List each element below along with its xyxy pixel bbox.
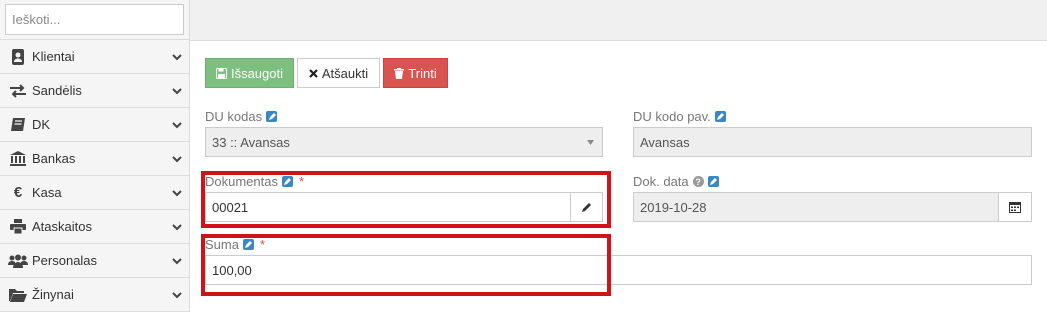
delete-button[interactable]: Trinti — [383, 58, 448, 88]
search-input[interactable] — [5, 4, 184, 35]
sidebar-search-wrap — [0, 0, 189, 40]
chevron-down-icon — [172, 224, 182, 231]
chevron-down-icon — [172, 88, 182, 95]
highlight-box-suma — [201, 234, 611, 296]
exchange-arrows-icon — [8, 83, 28, 99]
sidebar-item-ataskaitos[interactable]: Ataskaitos — [0, 210, 189, 244]
sidebar-item-bankas[interactable]: Bankas — [0, 142, 189, 176]
chevron-down-icon — [172, 190, 182, 197]
delete-button-label: Trinti — [408, 65, 437, 81]
dok-data-value: 2019-10-28 — [640, 199, 707, 215]
edit-icon[interactable] — [714, 111, 726, 122]
sidebar-item-label: Personalas — [32, 253, 98, 268]
du-kodas-label-text: DU kodas — [205, 109, 263, 124]
chevron-down-icon — [172, 122, 182, 129]
floppy-disk-icon — [215, 67, 227, 79]
du-kodo-pav-label-text: DU kodo pav. — [633, 109, 711, 124]
dok-data-input[interactable]: 2019-10-28 — [633, 192, 999, 222]
sidebar-item-label: Ataskaitos — [32, 219, 92, 234]
du-kodas-select[interactable]: 33 :: Avansas — [205, 127, 603, 157]
users-icon — [8, 253, 28, 269]
du-kodo-pav-label: DU kodo pav. — [633, 109, 726, 124]
chevron-down-icon — [172, 292, 182, 299]
sidebar-item-kasa[interactable]: € Kasa — [0, 176, 189, 210]
chevron-down-icon — [172, 54, 182, 61]
dok-data-label: Dok. data ? — [633, 174, 719, 189]
chevron-down-icon — [172, 258, 182, 265]
bank-icon — [8, 151, 28, 167]
close-icon — [309, 68, 318, 78]
help-icon[interactable]: ? — [692, 176, 704, 187]
sidebar-item-klientai[interactable]: Klientai — [0, 40, 189, 74]
du-kodo-pav-field[interactable]: Avansas — [633, 127, 1032, 157]
sidebar-item-dk[interactable]: DK — [0, 108, 189, 142]
top-bar — [190, 0, 1047, 41]
sidebar-item-zinynai[interactable]: Žinynai — [0, 278, 189, 312]
save-button-label: Išsaugoti — [230, 65, 284, 81]
sidebar: Klientai Sandėlis DK Bankas € Kasa Atask… — [0, 0, 190, 312]
sidebar-item-label: Kasa — [32, 185, 62, 200]
trash-icon — [394, 67, 405, 79]
sidebar-item-label: Žinynai — [32, 287, 74, 302]
save-button[interactable]: Išsaugoti — [205, 58, 294, 88]
address-book-icon — [8, 48, 28, 65]
book-icon — [8, 117, 28, 133]
sidebar-item-label: DK — [32, 117, 51, 132]
edit-icon[interactable] — [707, 176, 719, 187]
calendar-icon — [1009, 202, 1021, 213]
calendar-button[interactable] — [998, 192, 1032, 222]
euro-icon: € — [13, 184, 23, 201]
sidebar-item-label: Sandėlis — [32, 83, 82, 98]
sidebar-item-sandelis[interactable]: Sandėlis — [0, 74, 189, 108]
sidebar-item-label: Klientai — [32, 49, 75, 64]
chevron-down-icon — [172, 156, 182, 163]
cancel-button-label: Atšaukti — [321, 65, 369, 81]
highlight-box-dokumentas — [201, 171, 611, 228]
du-kodas-value: 33 :: Avansas — [212, 134, 290, 150]
dok-data-label-text: Dok. data — [633, 174, 689, 189]
sidebar-item-personalas[interactable]: Personalas — [0, 244, 189, 278]
cancel-button[interactable]: Atšaukti — [297, 58, 380, 88]
sidebar-item-label: Bankas — [32, 151, 76, 166]
printer-icon — [8, 219, 28, 235]
main-content: Išsaugoti Atšaukti Trinti DU kodas 33 ::… — [190, 41, 1047, 312]
du-kodo-pav-value: Avansas — [640, 134, 690, 150]
folder-open-icon — [8, 287, 28, 303]
edit-icon[interactable] — [266, 111, 278, 122]
du-kodas-label: DU kodas — [205, 109, 278, 124]
caret-down-icon — [587, 140, 594, 145]
